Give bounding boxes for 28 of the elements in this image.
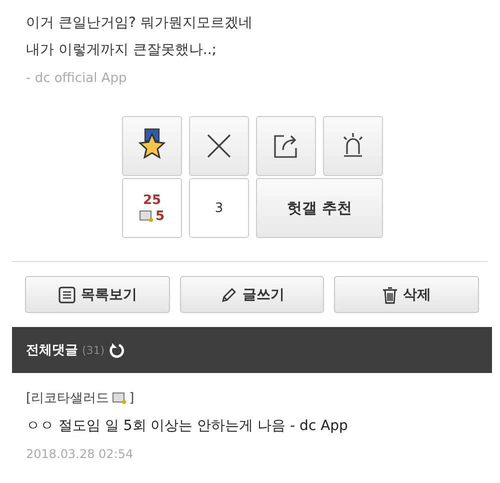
- comment-count: (31): [82, 344, 105, 356]
- comment-author: [리코타샐러드: [26, 390, 110, 407]
- close-icon: [206, 133, 232, 159]
- post-text: 이거 큰일난거임? 뭐가뭔지모르겠네: [26, 14, 254, 32]
- write-button[interactable]: 글쓰기: [180, 276, 324, 313]
- downvote-button[interactable]: [189, 116, 249, 176]
- comment-date: 2018.03.28 02:54: [26, 447, 134, 461]
- comment-text: ㅇㅇ 절도임 일 5회 이상는 안하는게 나음 - dc App: [26, 417, 349, 435]
- signature-text: - dc official App: [26, 70, 128, 88]
- trash-icon: [382, 286, 398, 304]
- recommend-count: 25: [142, 192, 162, 208]
- list-icon: [58, 286, 76, 304]
- comments-title: 전체댓글: [26, 342, 78, 359]
- post-text: 내가 이렇게까지 큰잘못했나..;: [26, 41, 218, 59]
- delete-button[interactable]: 삭제: [334, 276, 480, 313]
- hit-recommend-button[interactable]: 헛갤 추천: [256, 178, 383, 238]
- recommend-button[interactable]: [122, 116, 182, 176]
- refresh-icon[interactable]: [108, 342, 125, 358]
- share-button[interactable]: [256, 116, 316, 176]
- fixed-user-icon: [139, 210, 154, 222]
- fixed-recommend-count: 5: [155, 208, 165, 224]
- comment-author-bracket: ]: [129, 390, 134, 406]
- downvote-count: 3: [214, 200, 224, 216]
- report-button[interactable]: [323, 116, 383, 176]
- share-icon: [272, 132, 300, 160]
- pencil-icon: [220, 286, 238, 304]
- fixed-user-icon: [112, 392, 126, 404]
- list-button[interactable]: 목록보기: [25, 276, 170, 313]
